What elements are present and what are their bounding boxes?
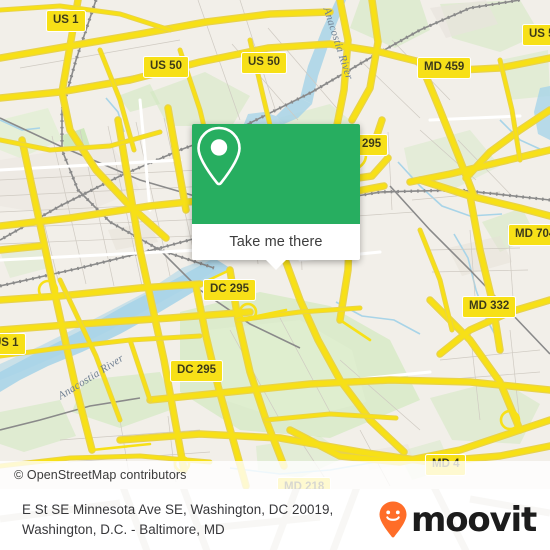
road-shield: DC 295 — [203, 279, 256, 301]
attribution-text: © OpenStreetMap contributors — [14, 468, 187, 482]
moovit-logo[interactable]: moovit — [378, 499, 537, 540]
road-shield: DC 295 — [170, 360, 223, 382]
road-shield: US 50 — [522, 24, 550, 46]
road-shield: US 50 — [143, 56, 189, 78]
road-shield: MD 704 — [508, 224, 550, 246]
map-pin-icon — [197, 126, 241, 186]
address-line-1: E St SE Minnesota Ave SE, Washington, DC… — [22, 502, 334, 518]
screenshot-root: .w{fill:#a8d4e8} .pk{fill:#cfe8bd} .pk2{… — [0, 0, 550, 550]
address-line-2: Washington, D.C. - Baltimore, MD — [22, 521, 225, 537]
footer-bar: E St SE Minnesota Ave SE, Washington, DC… — [0, 489, 550, 550]
location-callout-card[interactable]: Take me there — [192, 124, 360, 270]
road-shield: US 1 — [0, 333, 26, 355]
callout-tail — [266, 260, 286, 270]
road-shield: MD 332 — [462, 296, 517, 318]
moovit-wordmark: moovit — [410, 499, 537, 540]
take-me-there-label: Take me there — [229, 234, 323, 250]
road-shield: US 50 — [241, 52, 287, 74]
moovit-pin-smiley-icon — [379, 501, 407, 537]
map-canvas[interactable]: .w{fill:#a8d4e8} .pk{fill:#cfe8bd} .pk2{… — [0, 0, 550, 489]
take-me-there-button[interactable]: Take me there — [192, 224, 360, 260]
road-shield: MD 459 — [417, 57, 472, 79]
card-pin-panel — [192, 124, 360, 224]
location-address: E St SE Minnesota Ave SE, Washington, DC… — [0, 500, 333, 539]
road-shield: US 1 — [46, 10, 86, 32]
map-attribution: © OpenStreetMap contributors — [0, 461, 550, 489]
